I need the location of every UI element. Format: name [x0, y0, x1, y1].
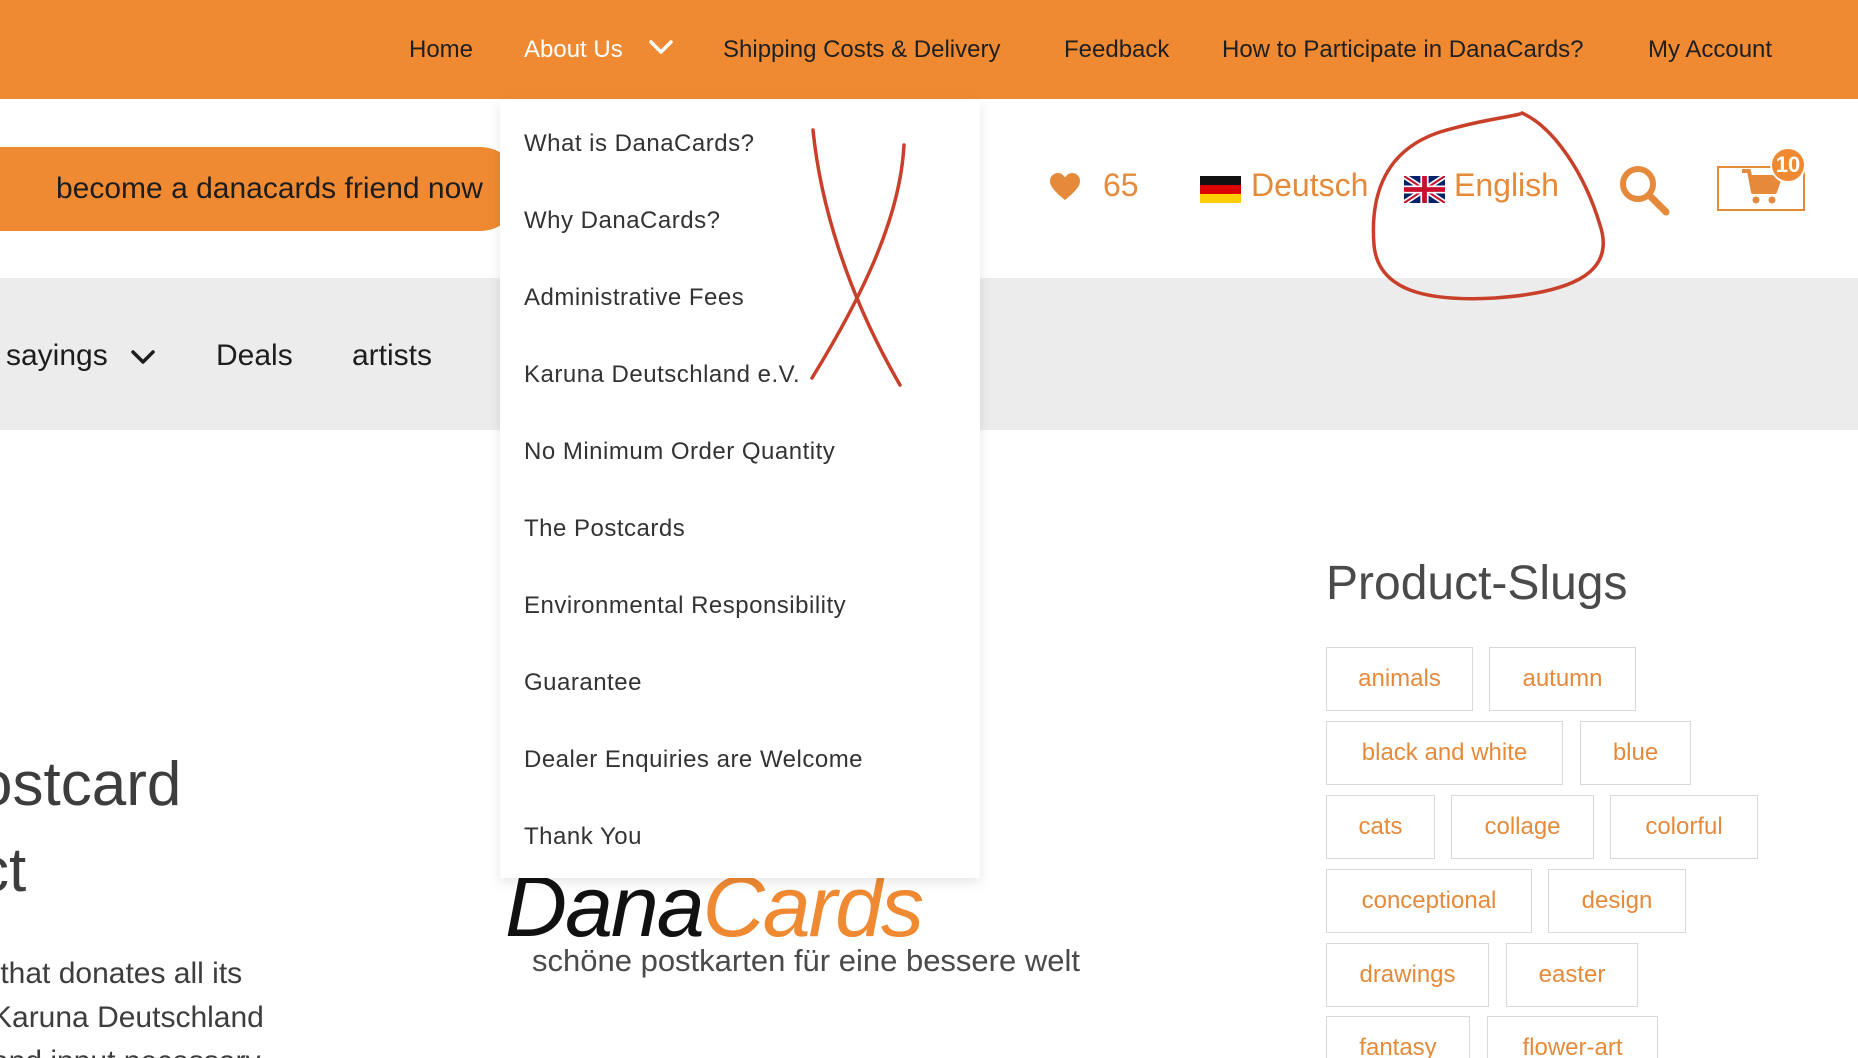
menu-item-why-danacards[interactable]: Why DanaCards?: [524, 207, 720, 235]
logo-tagline: schöne postkarten für eine bessere welt: [532, 943, 1080, 978]
slug-tag[interactable]: blue: [1580, 721, 1691, 785]
category-sayings[interactable]: sayings: [6, 278, 108, 430]
language-english[interactable]: English: [1454, 167, 1559, 204]
slug-tag[interactable]: black and white: [1326, 721, 1563, 785]
nav-feedback[interactable]: Feedback: [1064, 0, 1169, 99]
menu-item-guarantee[interactable]: Guarantee: [524, 669, 642, 697]
nav-about-us[interactable]: About Us: [524, 0, 623, 99]
slug-tag[interactable]: fantasy: [1326, 1016, 1470, 1058]
category-deals[interactable]: Deals: [216, 278, 293, 430]
page-heading: ostcard ct: [0, 750, 182, 905]
menu-item-environmental-responsibility[interactable]: Environmental Responsibility: [524, 592, 846, 620]
wishlist-count[interactable]: 65: [1103, 167, 1139, 204]
slug-tag[interactable]: collage: [1451, 795, 1594, 859]
intro-text: that donates all its Karuna Deutschland …: [0, 957, 264, 1058]
menu-item-karuna[interactable]: Karuna Deutschland e.V.: [524, 361, 800, 389]
menu-item-dealer-enquiries[interactable]: Dealer Enquiries are Welcome: [524, 746, 863, 774]
nav-shipping[interactable]: Shipping Costs & Delivery: [723, 0, 1000, 99]
slug-tag[interactable]: easter: [1506, 943, 1638, 1007]
german-flag-icon[interactable]: [1200, 176, 1241, 203]
chevron-down-icon[interactable]: [130, 348, 156, 366]
menu-item-the-postcards[interactable]: The Postcards: [524, 515, 685, 543]
heart-icon[interactable]: [1050, 172, 1080, 202]
friend-button-label[interactable]: become a danacards friend now: [56, 147, 483, 231]
slug-tag[interactable]: drawings: [1326, 943, 1489, 1007]
language-deutsch[interactable]: Deutsch: [1251, 167, 1368, 204]
product-slugs-heading: Product-Slugs: [1326, 557, 1628, 610]
slug-tag[interactable]: colorful: [1610, 795, 1758, 859]
menu-item-what-is-danacards[interactable]: What is DanaCards?: [524, 130, 754, 158]
slug-tag[interactable]: flower-art: [1487, 1016, 1658, 1058]
category-artists[interactable]: artists: [352, 278, 432, 430]
slug-tag[interactable]: conceptional: [1326, 869, 1532, 933]
slug-tag[interactable]: animals: [1326, 647, 1473, 711]
slug-tag[interactable]: cats: [1326, 795, 1435, 859]
slug-tag[interactable]: autumn: [1489, 647, 1636, 711]
search-icon[interactable]: [1617, 163, 1671, 217]
chevron-down-icon[interactable]: [648, 38, 674, 56]
uk-flag-icon[interactable]: [1404, 176, 1445, 203]
menu-item-no-minimum-order[interactable]: No Minimum Order Quantity: [524, 438, 835, 466]
annotation-circle-mark: [1371, 111, 1606, 301]
slug-tag[interactable]: design: [1548, 869, 1686, 933]
nav-my-account[interactable]: My Account: [1648, 0, 1772, 99]
menu-item-administrative-fees[interactable]: Administrative Fees: [524, 284, 744, 312]
cart-count-badge: 10: [1770, 147, 1806, 183]
nav-home[interactable]: Home: [409, 0, 473, 99]
nav-how-to-participate[interactable]: How to Participate in DanaCards?: [1222, 0, 1584, 99]
menu-item-thank-you[interactable]: Thank You: [524, 823, 642, 851]
